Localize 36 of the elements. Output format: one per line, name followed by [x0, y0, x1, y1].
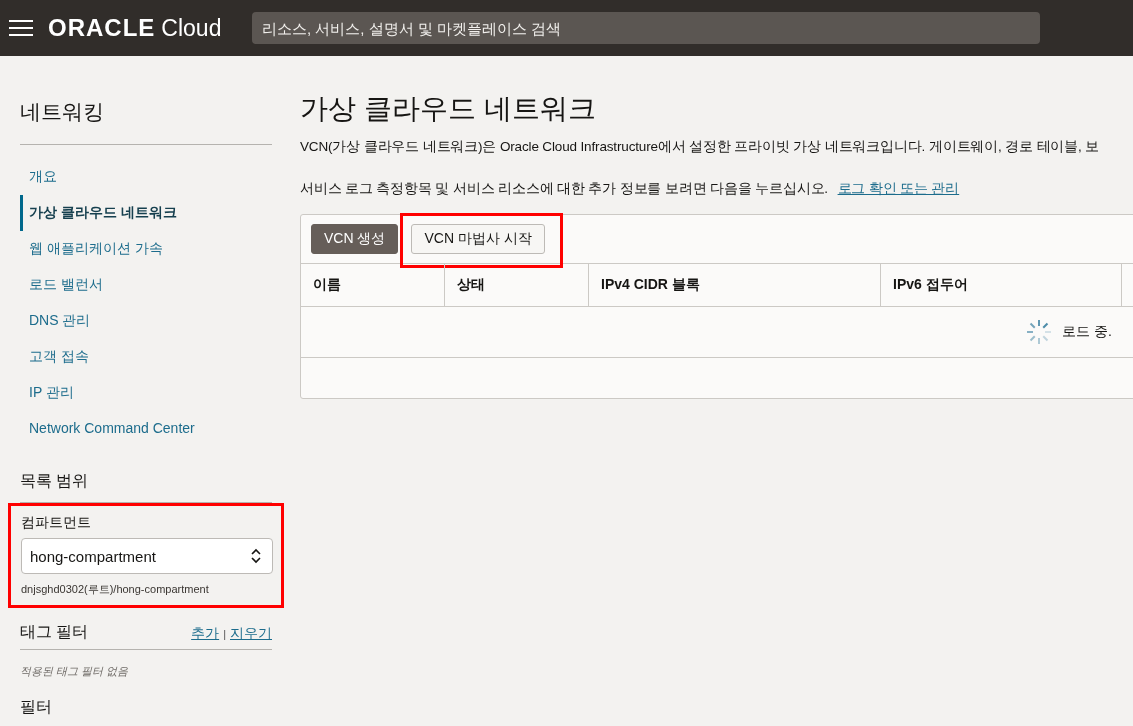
- loading-text: 로드 중.: [1062, 323, 1112, 341]
- page-title: 가상 클라우드 네트워크: [300, 92, 597, 126]
- sidebar-item[interactable]: 개요: [20, 159, 272, 195]
- create-button[interactable]: VCN 생성: [311, 224, 399, 254]
- sidebar-item[interactable]: Network Command Center: [20, 411, 272, 445]
- sidebar-item[interactable]: 웹 애플리케이션 가속: [20, 231, 272, 267]
- log-link[interactable]: 로그 확인 또는 관리: [837, 181, 960, 196]
- log-note: 서비스 로그 측정항목 및 서비스 리소스에 대한 추가 정보를 보려면 다음을 누르십시오. 로그 확인 또는 관리: [300, 180, 961, 198]
- brand-logo[interactable]: ORACLE: [48, 14, 156, 42]
- chevron-up-down-icon: [250, 548, 262, 564]
- brand-name[interactable]: Cloud: [161, 15, 222, 42]
- column-header[interactable]: IPv6 접두어: [880, 264, 1121, 306]
- section-title: 태그 필터: [20, 622, 89, 642]
- wizard-button[interactable]: VCN 마법사 시작: [411, 223, 545, 254]
- section-title: 목록 범위: [20, 471, 272, 503]
- sidebar-item[interactable]: 고객 접속: [20, 339, 272, 375]
- sidebar-item[interactable]: DNS 관리: [20, 303, 272, 339]
- add-link[interactable]: 추가: [191, 625, 220, 643]
- compartment-select[interactable]: hong-compartment: [21, 538, 273, 574]
- column-header[interactable]: 이름: [301, 264, 444, 306]
- sidebar-title: 네트워킹: [20, 98, 272, 145]
- sidebar-item[interactable]: IP 관리: [20, 375, 272, 411]
- field-label: 컴파트먼트: [21, 514, 92, 532]
- separator-text: |: [223, 628, 226, 640]
- compartment-path: dnjsghd0302(루트)/hong-compartment: [21, 582, 210, 597]
- empty-message: 적용된 태그 필터 없음: [20, 664, 130, 679]
- sidebar-item[interactable]: 로드 밸런서: [20, 267, 272, 303]
- column-header[interactable]: 상태: [444, 264, 588, 306]
- clear-link[interactable]: 지우기: [230, 625, 272, 643]
- column-header[interactable]: IPv4 CIDR 블록: [588, 264, 880, 306]
- section-title: 필터: [20, 698, 52, 715]
- menu-icon[interactable]: [8, 19, 34, 37]
- search-field[interactable]: 리소스, 서비스, 설명서 및 마켓플레이스 검색: [252, 12, 1040, 44]
- sidebar-item[interactable]: 가상 클라우드 네트워크: [20, 195, 272, 231]
- loading-spinner-icon: [1026, 319, 1052, 345]
- description-text: VCN(가상 클라우드 네트워크)은 Oracle Cloud Infrastructure에서 설정한 프라이빗 가상 네트워크입니다. 게이트웨이, 경로 테이블, 보: [300, 138, 1101, 156]
